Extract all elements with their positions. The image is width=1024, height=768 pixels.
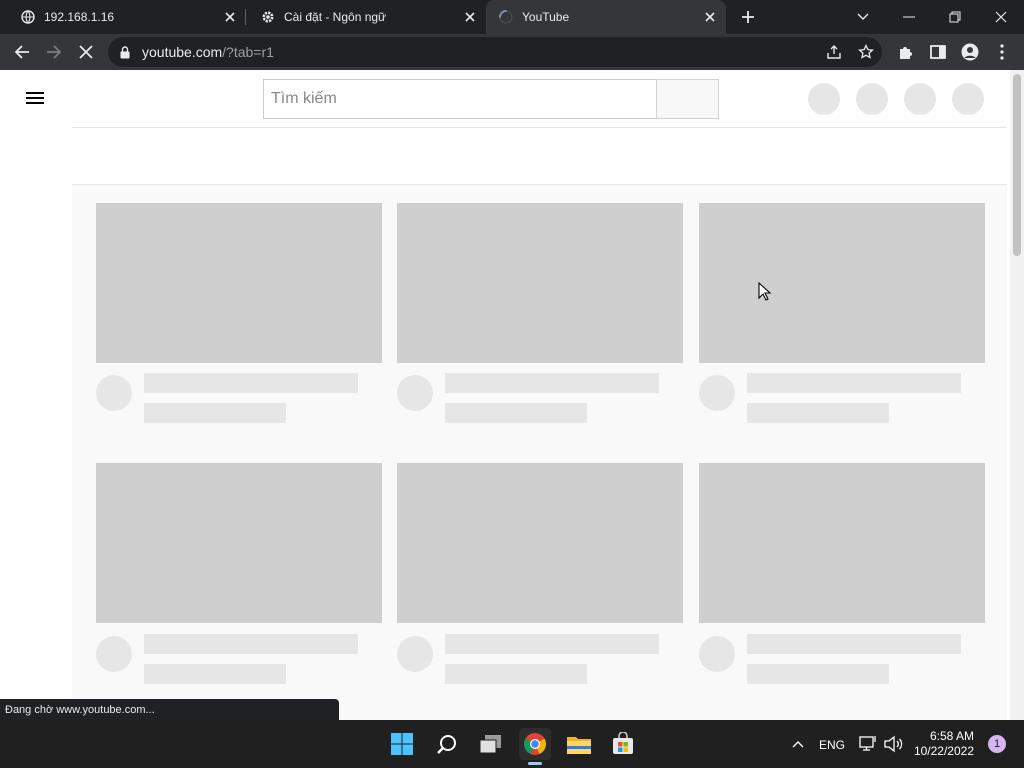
meta-placeholder	[445, 664, 587, 684]
minimize-button[interactable]	[886, 0, 932, 34]
video-thumbnail-placeholder[interactable]	[96, 463, 382, 623]
channel-avatar-placeholder	[699, 636, 735, 672]
video-thumbnail-placeholder[interactable]	[96, 203, 382, 363]
video-thumbnail-placeholder[interactable]	[397, 203, 683, 363]
meta-placeholder	[747, 403, 889, 423]
clock-date: 10/22/2022	[913, 744, 974, 758]
close-tab-icon[interactable]	[460, 7, 480, 27]
search-input[interactable]: Tìm kiếm	[263, 79, 656, 119]
title-placeholder	[144, 634, 358, 654]
title-placeholder	[445, 634, 659, 654]
mouse-cursor-icon	[758, 282, 772, 301]
status-bubble: Đang chờ www.youtube.com...	[0, 699, 339, 720]
active-app-indicator	[528, 762, 542, 765]
task-view-icon[interactable]	[475, 728, 507, 760]
video-thumbnail-placeholder[interactable]	[397, 463, 683, 623]
tab-router[interactable]: 192.168.1.16	[0, 0, 246, 34]
close-tab-icon[interactable]	[220, 7, 240, 27]
extensions-puzzle-icon[interactable]	[892, 38, 920, 66]
avatar-placeholder[interactable]	[952, 83, 984, 115]
input-language[interactable]: ENG	[819, 738, 845, 752]
tab-settings[interactable]: Cài đặt - Ngôn ngữ	[246, 0, 486, 34]
channel-avatar-placeholder	[397, 375, 433, 411]
url-text: youtube.com/?tab=r1	[142, 44, 274, 60]
search-icon[interactable]	[431, 728, 463, 760]
loading-spinner-icon	[498, 9, 514, 25]
clock-time: 6:58 AM	[929, 729, 974, 743]
video-thumbnail-placeholder[interactable]	[699, 463, 985, 623]
meta-placeholder	[144, 403, 286, 423]
tab-title: YouTube	[522, 10, 570, 24]
clock[interactable]: 6:58 AM 10/22/2022	[906, 729, 974, 759]
windows-taskbar: ENG 6:58 AM 10/22/2022 1	[0, 720, 1024, 768]
tab-strip: 192.168.1.16 Cài đặt - Ngôn ngữ YouTube	[0, 0, 1024, 34]
bookmark-star-icon[interactable]	[854, 40, 878, 64]
title-placeholder	[445, 373, 659, 393]
share-icon[interactable]	[822, 40, 846, 64]
chips-bar	[72, 127, 1007, 185]
channel-avatar-placeholder	[699, 375, 735, 411]
lock-icon	[120, 45, 132, 59]
profile-icon[interactable]	[956, 38, 984, 66]
browser-toolbar: youtube.com/?tab=r1	[0, 34, 1024, 70]
new-tab-button[interactable]	[736, 5, 760, 29]
title-placeholder	[747, 373, 961, 393]
header-icon-placeholder[interactable]	[904, 83, 936, 115]
tab-title: 192.168.1.16	[44, 10, 115, 24]
channel-avatar-placeholder	[397, 636, 433, 672]
header-icon-placeholder[interactable]	[808, 83, 840, 115]
side-panel-icon[interactable]	[924, 38, 952, 66]
tab-title: Cài đặt - Ngôn ngữ	[284, 10, 387, 24]
meta-placeholder	[144, 664, 286, 684]
stop-loading-icon[interactable]	[72, 38, 100, 66]
volume-icon[interactable]	[877, 728, 909, 760]
gear-icon	[260, 9, 276, 25]
search-button[interactable]	[656, 79, 719, 119]
close-window-button[interactable]	[978, 0, 1024, 34]
menu-hamburger-icon[interactable]	[24, 89, 48, 109]
header-icon-placeholder[interactable]	[856, 83, 888, 115]
globe-icon	[20, 9, 36, 25]
title-placeholder	[144, 373, 358, 393]
forward-arrow-icon[interactable]	[40, 38, 68, 66]
video-feed-skeleton	[72, 185, 1007, 720]
title-placeholder	[747, 634, 961, 654]
address-bar[interactable]: youtube.com/?tab=r1	[108, 37, 882, 67]
microsoft-store-icon[interactable]	[607, 728, 639, 760]
close-tab-icon[interactable]	[700, 7, 720, 27]
file-explorer-icon[interactable]	[563, 728, 595, 760]
channel-avatar-placeholder	[96, 375, 132, 411]
back-arrow-icon[interactable]	[8, 38, 36, 66]
meta-placeholder	[445, 403, 587, 423]
start-windows-icon[interactable]	[386, 728, 418, 760]
youtube-page: Tìm kiếm	[0, 70, 1024, 720]
page-scrollbar[interactable]	[1010, 70, 1024, 720]
tab-search-chevron-icon[interactable]	[840, 0, 886, 34]
scrollbar-thumb[interactable]	[1013, 74, 1021, 256]
more-menu-icon[interactable]	[988, 38, 1016, 66]
video-thumbnail-placeholder[interactable]	[699, 203, 985, 363]
restore-button[interactable]	[932, 0, 978, 34]
notification-badge[interactable]: 1	[988, 735, 1006, 753]
channel-avatar-placeholder	[96, 636, 132, 672]
tray-chevron-up-icon[interactable]	[782, 728, 814, 760]
tab-youtube[interactable]: YouTube	[486, 0, 726, 34]
chrome-icon[interactable]	[519, 728, 551, 760]
meta-placeholder	[747, 664, 889, 684]
